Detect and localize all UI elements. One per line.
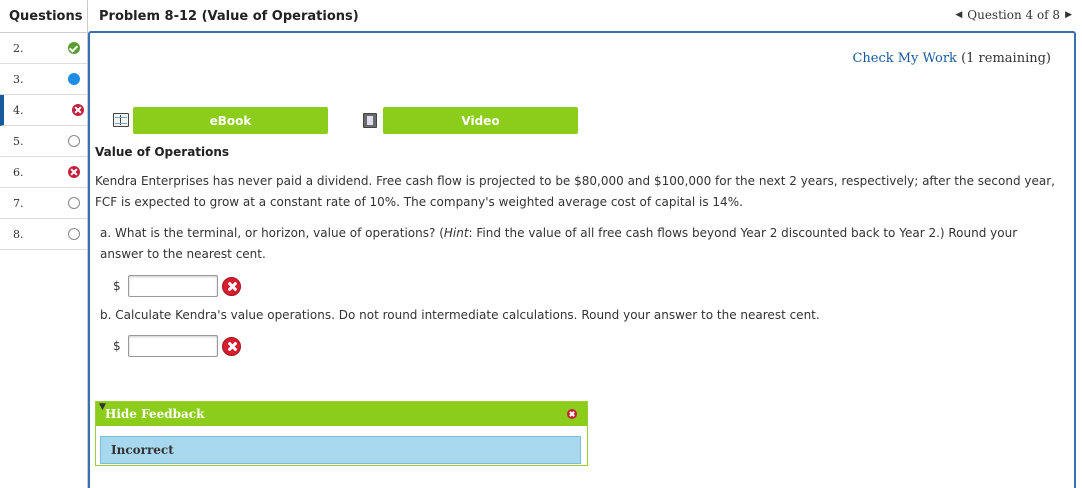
feedback-result-text: Incorrect: [111, 443, 174, 457]
attempts-remaining: (1 remaining): [961, 51, 1051, 66]
part-a-answer-row: $: [113, 275, 241, 297]
questions-header: Questions: [0, 0, 88, 33]
question-panel: Check My Work (1 remaining) eBook Video …: [88, 31, 1076, 488]
part-b-answer-input[interactable]: [128, 335, 218, 357]
part-a-question: a. What is the terminal, or horizon, val…: [100, 223, 1060, 265]
check-my-work: Check My Work (1 remaining): [852, 51, 1051, 66]
problem-title: Problem 8-12 (Value of Operations): [99, 9, 359, 24]
video-button[interactable]: Video: [383, 107, 578, 134]
question-sidebar: 2. 3. 4. 5. 6. 7. 8.: [0, 33, 88, 488]
section-title: Value of Operations: [95, 145, 230, 159]
question-position: Question 4 of 8: [967, 8, 1061, 22]
feedback-box: ▼ Hide Feedback Incorrect: [95, 401, 588, 466]
part-b-answer-row: $: [113, 335, 241, 357]
check-my-work-link[interactable]: Check My Work: [852, 51, 957, 66]
current-dot-icon: [68, 73, 80, 85]
part-a-prefix: a. What is the terminal, or horizon, val…: [100, 226, 444, 240]
question-number: 2.: [13, 42, 24, 55]
sidebar-item-q6[interactable]: 6.: [0, 157, 87, 188]
incorrect-x-icon: [222, 336, 241, 356]
incorrect-x-icon: [222, 276, 241, 296]
question-navigator: ◀ Question 4 of 8 ▶: [955, 8, 1072, 22]
ebook-button[interactable]: eBook: [133, 107, 328, 134]
sidebar-item-q5[interactable]: 5.: [0, 126, 87, 157]
currency-symbol: $: [113, 279, 121, 293]
sidebar-item-q8[interactable]: 8.: [0, 219, 87, 250]
next-question-icon[interactable]: ▶: [1065, 10, 1072, 20]
questions-label: Questions: [9, 9, 83, 24]
unanswered-circle-icon: [68, 197, 80, 209]
film-icon[interactable]: [363, 113, 377, 128]
book-icon[interactable]: [113, 113, 129, 127]
question-number: 8.: [13, 228, 24, 241]
sidebar-item-q3[interactable]: 3.: [0, 64, 87, 95]
question-number: 5.: [13, 135, 24, 148]
unanswered-circle-icon: [68, 228, 80, 240]
problem-statement: Kendra Enterprises has never paid a divi…: [95, 174, 1055, 209]
sidebar-item-q4[interactable]: 4.: [0, 95, 87, 126]
prev-question-icon[interactable]: ◀: [955, 10, 962, 20]
sidebar-item-q7[interactable]: 7.: [0, 188, 87, 219]
question-number: 4.: [13, 104, 24, 117]
question-number: 3.: [13, 73, 24, 86]
incorrect-x-icon: [68, 166, 80, 178]
hint-label: Hint: [443, 226, 469, 240]
part-b-question: b. Calculate Kendra's value operations. …: [100, 308, 820, 322]
question-number: 7.: [13, 197, 24, 210]
hide-feedback-label: Hide Feedback: [105, 407, 205, 421]
correct-check-icon: [68, 42, 80, 54]
feedback-result: Incorrect: [100, 436, 581, 464]
part-a-answer-input[interactable]: [128, 275, 218, 297]
question-number: 6.: [13, 166, 24, 179]
incorrect-x-icon: [72, 104, 84, 116]
sidebar-item-q2[interactable]: 2.: [0, 33, 87, 64]
hide-feedback-toggle[interactable]: ▼ Hide Feedback: [96, 402, 587, 426]
unanswered-circle-icon: [68, 135, 80, 147]
close-feedback-icon[interactable]: [567, 409, 577, 419]
currency-symbol: $: [113, 339, 121, 353]
